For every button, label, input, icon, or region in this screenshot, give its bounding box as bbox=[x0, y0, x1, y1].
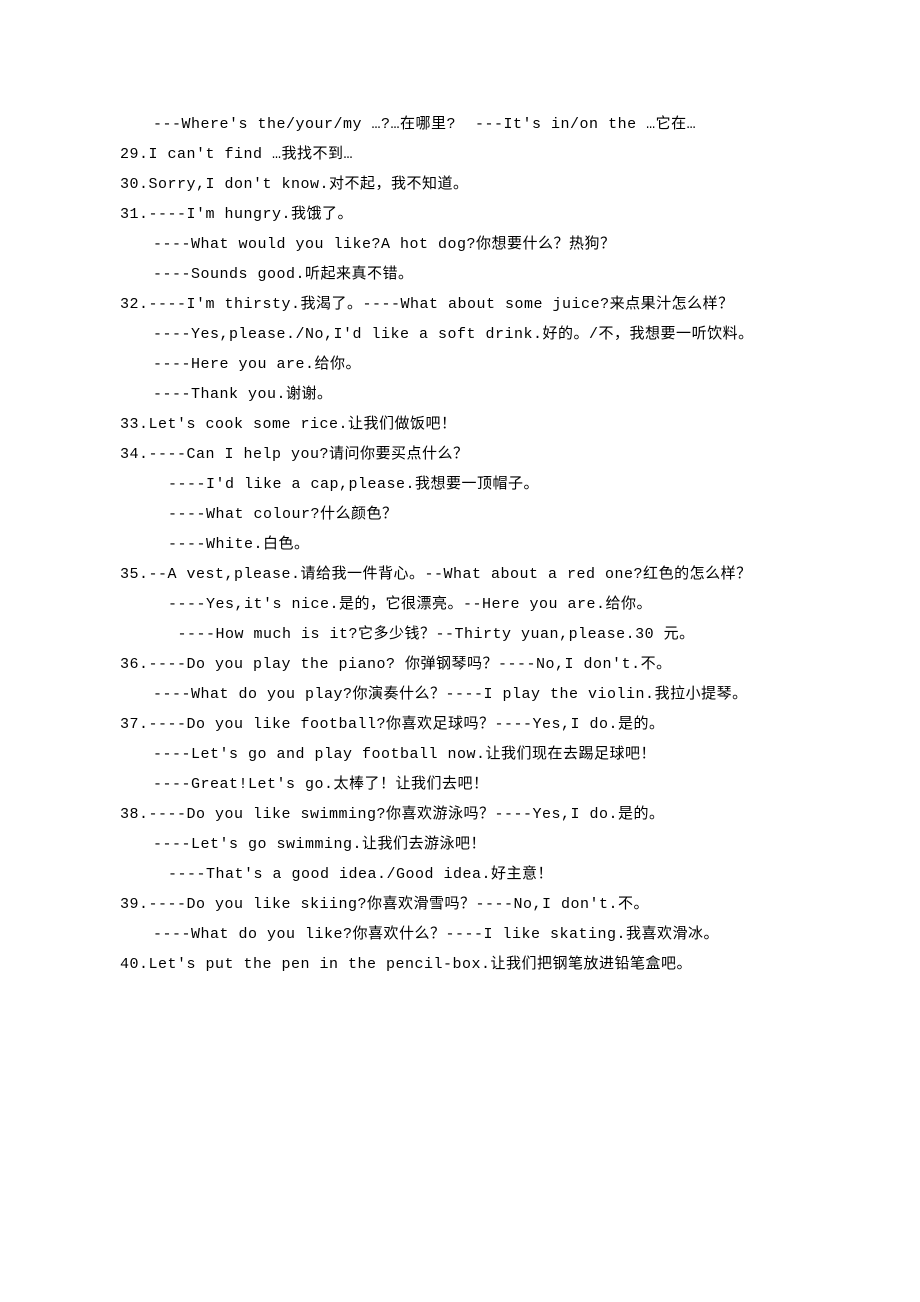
text-line: ----Yes,it's nice.是的，它很漂亮。--Here you are… bbox=[120, 590, 800, 620]
document-content: ---Where's the/your/my …?…在哪里? ---It's i… bbox=[120, 110, 800, 980]
text-line: 31.----I'm hungry.我饿了。 bbox=[120, 200, 800, 230]
text-line: ---Where's the/your/my …?…在哪里? ---It's i… bbox=[120, 110, 800, 140]
text-line: 30.Sorry,I don't know.对不起，我不知道。 bbox=[120, 170, 800, 200]
text-line: ----Yes,please./No,I'd like a soft drink… bbox=[120, 320, 800, 350]
text-line: ----What colour?什么颜色？ bbox=[120, 500, 800, 530]
text-line: 37.----Do you like football?你喜欢足球吗？----Y… bbox=[120, 710, 800, 740]
text-line: ----That's a good idea./Good idea.好主意！ bbox=[120, 860, 800, 890]
text-line: 38.----Do you like swimming?你喜欢游泳吗？----Y… bbox=[120, 800, 800, 830]
text-line: ----Here you are.给你。 bbox=[120, 350, 800, 380]
text-line: ----Sounds good.听起来真不错。 bbox=[120, 260, 800, 290]
text-line: 33.Let's cook some rice.让我们做饭吧！ bbox=[120, 410, 800, 440]
text-line: ----How much is it?它多少钱？--Thirty yuan,pl… bbox=[120, 620, 800, 650]
text-line: 32.----I'm thirsty.我渴了。----What about so… bbox=[120, 290, 800, 320]
text-line: ----White.白色。 bbox=[120, 530, 800, 560]
text-line: 29.I can't find …我找不到… bbox=[120, 140, 800, 170]
text-line: ----What do you play?你演奏什么？----I play th… bbox=[120, 680, 800, 710]
text-line: ----I'd like a cap,please.我想要一顶帽子。 bbox=[120, 470, 800, 500]
text-line: 39.----Do you like skiing?你喜欢滑雪吗？----No,… bbox=[120, 890, 800, 920]
text-line: ----Let's go and play football now.让我们现在… bbox=[120, 740, 800, 770]
text-line: ----Let's go swimming.让我们去游泳吧！ bbox=[120, 830, 800, 860]
text-line: 40.Let's put the pen in the pencil-box.让… bbox=[120, 950, 800, 980]
text-line: ----Great!Let's go.太棒了！让我们去吧！ bbox=[120, 770, 800, 800]
text-line: 34.----Can I help you?请问你要买点什么？ bbox=[120, 440, 800, 470]
text-line: ----Thank you.谢谢。 bbox=[120, 380, 800, 410]
document-page: ---Where's the/your/my …?…在哪里? ---It's i… bbox=[0, 0, 920, 1302]
text-line: 35.--A vest,please.请给我一件背心。--What about … bbox=[120, 560, 800, 590]
text-line: ----What would you like?A hot dog?你想要什么？… bbox=[120, 230, 800, 260]
text-line: 36.----Do you play the piano? 你弹钢琴吗？----… bbox=[120, 650, 800, 680]
text-line: ----What do you like?你喜欢什么？----I like sk… bbox=[120, 920, 800, 950]
